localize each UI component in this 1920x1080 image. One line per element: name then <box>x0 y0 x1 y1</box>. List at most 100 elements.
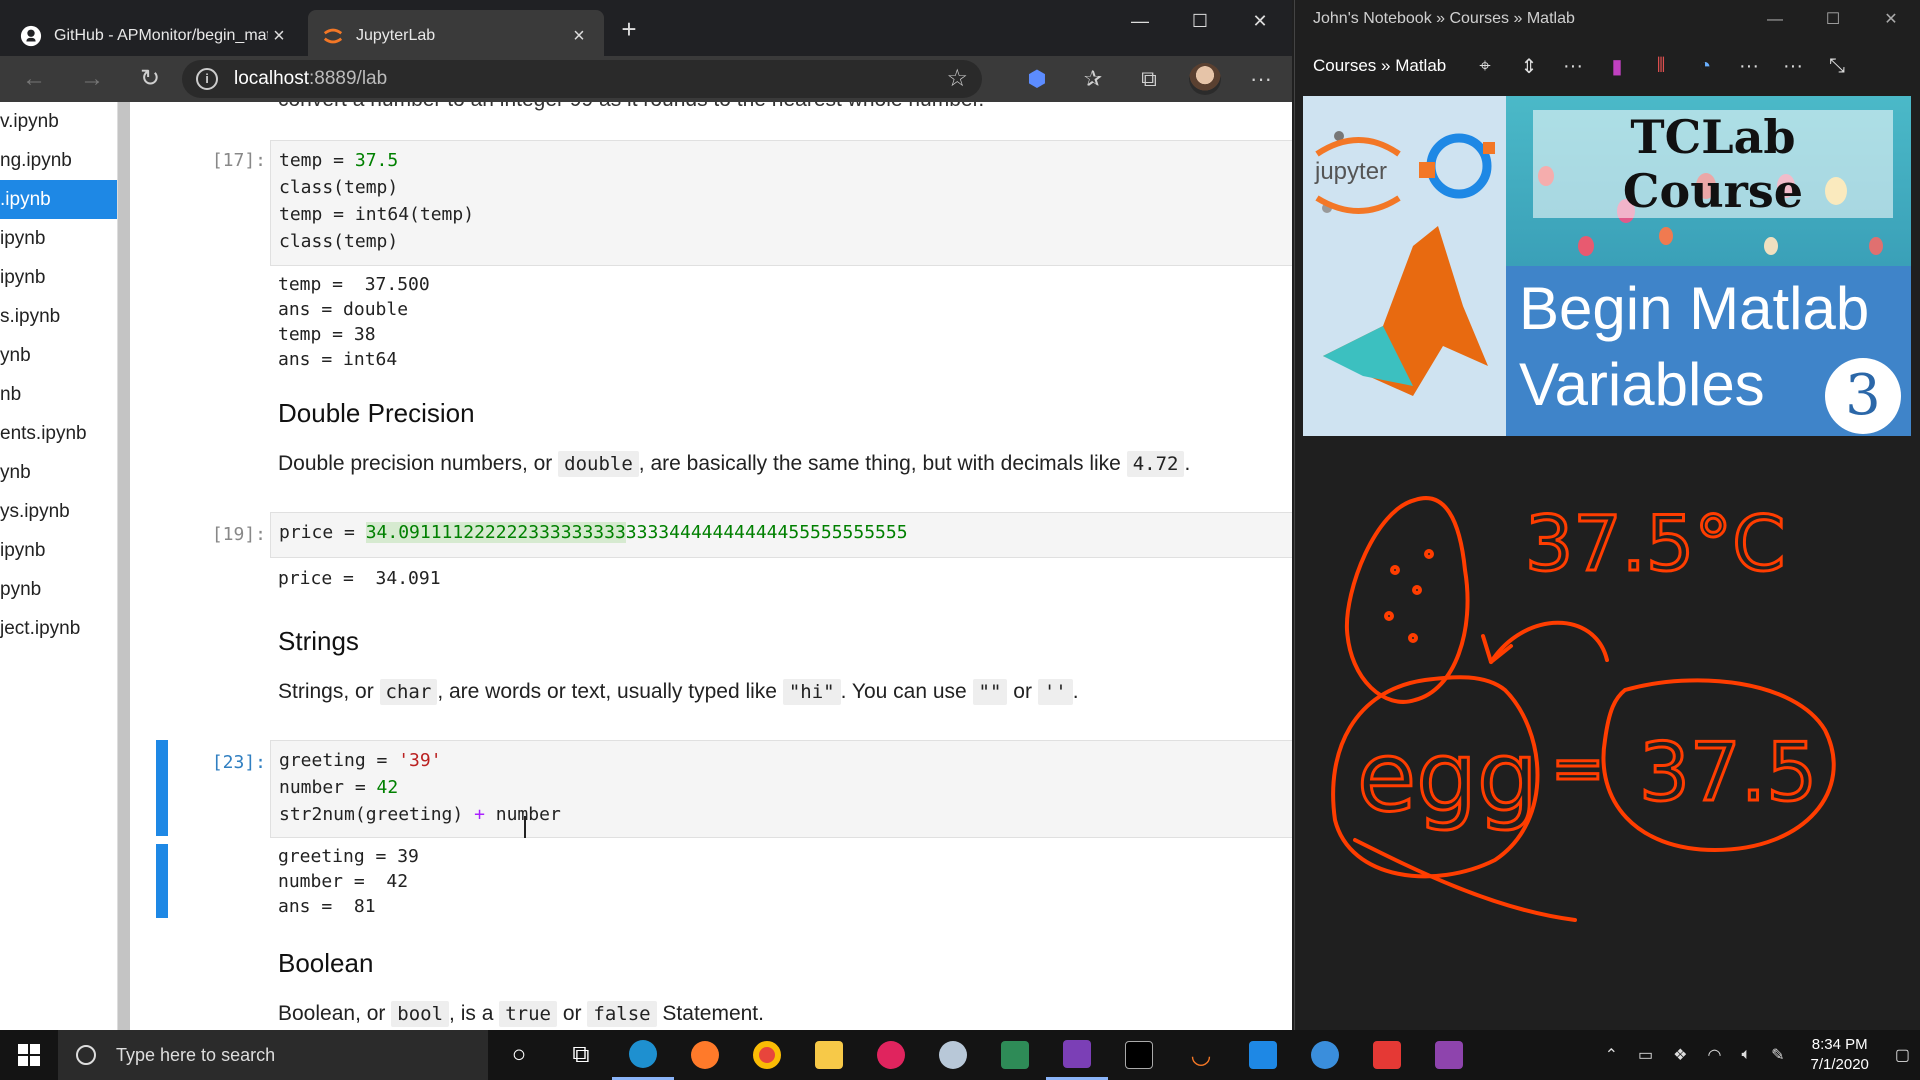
text: or <box>562 1002 582 1025</box>
jupyter-taskbar-icon[interactable]: ◡ <box>1170 1030 1232 1080</box>
tab-strip: GitHub - APMonitor/begin_matl × JupyterL… <box>0 0 1292 62</box>
file-item[interactable]: ipynb <box>0 219 117 258</box>
battery-icon[interactable]: ▭ <box>1638 1045 1653 1065</box>
search-placeholder: Type here to search <box>116 1044 276 1065</box>
app-blue-orange-icon[interactable] <box>1294 1030 1356 1080</box>
onenote-breadcrumb[interactable]: Courses » Matlab <box>1313 56 1463 76</box>
inline-code: '' <box>1037 679 1073 705</box>
firefox-icon[interactable] <box>674 1030 736 1080</box>
minimize-icon[interactable]: — <box>1110 6 1170 36</box>
notifications-icon[interactable]: ▢ <box>1895 1045 1910 1065</box>
file-item[interactable]: ys.ipynb <box>0 492 117 531</box>
extension-icon[interactable]: ⬢ <box>1016 60 1058 98</box>
inline-code: "hi" <box>782 679 841 705</box>
pen-icon[interactable]: ▮ <box>1595 54 1639 79</box>
more-icon[interactable]: ··· <box>1240 60 1282 98</box>
more-icon[interactable]: ··· <box>1551 55 1595 78</box>
close-icon[interactable]: × <box>568 25 590 48</box>
excel-icon[interactable] <box>984 1030 1046 1080</box>
url-text[interactable]: localhost:8889/lab <box>234 68 387 90</box>
onenote-icon[interactable] <box>1046 1030 1108 1080</box>
r-icon[interactable] <box>1356 1030 1418 1080</box>
cortana-icon[interactable]: ○ <box>488 1030 550 1080</box>
forward-icon[interactable]: → <box>68 59 116 99</box>
notebook-panel: convert a number to an integer 99 as it … <box>130 102 1292 1030</box>
more-icon[interactable]: ··· <box>1771 55 1815 78</box>
ink-drawing-canvas[interactable]: 37.5°C egg = 37.5 <box>1295 440 1920 1000</box>
task-view-icon[interactable]: ⧉ <box>550 1030 612 1080</box>
code-cell-17-output: temp = 37.500 ans = double temp = 38 ans… <box>278 274 430 370</box>
ink-temperature-text: 37.5°C <box>1525 499 1785 588</box>
favorites-icon[interactable]: ✰ <box>1072 60 1114 98</box>
jupyterlab-app: v.ipynb ng.ipynb .ipynb ipynb ipynb s.ip… <box>0 102 1292 1030</box>
file-item[interactable]: ject.ipynb <box>0 609 117 648</box>
close-window-icon[interactable]: ✕ <box>1862 6 1920 34</box>
file-explorer-icon[interactable] <box>798 1030 860 1080</box>
shapes-icon[interactable]: ◔ <box>1683 55 1727 78</box>
file-item[interactable]: ynb <box>0 453 117 492</box>
edge-icon[interactable] <box>612 1030 674 1080</box>
file-item[interactable]: v.ipynb <box>0 102 117 141</box>
info-icon[interactable]: i <box>196 68 218 90</box>
pens-icon[interactable]: ⦀ <box>1639 55 1683 78</box>
file-item[interactable]: ipynb <box>0 258 117 297</box>
text: , is a <box>449 1002 494 1025</box>
tab-jupyterlab[interactable]: JupyterLab × <box>308 10 604 62</box>
taskbar-search[interactable]: Type here to search <box>58 1030 488 1080</box>
code-cell-19-input[interactable]: price = 34.09111122222233333333333334444… <box>270 512 1292 558</box>
browser-toolbar: ← → ↻ i localhost:8889/lab ☆ ⬢ ✰ ⧉ ··· <box>0 56 1292 102</box>
ink-value-text: 37.5 <box>1639 726 1817 819</box>
dropbox-icon[interactable]: ❖ <box>1673 1045 1687 1065</box>
app-bird-icon[interactable] <box>922 1030 984 1080</box>
app-red-icon[interactable] <box>860 1030 922 1080</box>
file-item[interactable]: ng.ipynb <box>0 141 117 180</box>
back-icon[interactable]: ← <box>10 59 58 99</box>
clock[interactable]: 8:34 PM 7/1/2020 <box>1810 1035 1868 1075</box>
collections-icon[interactable]: ⧉ <box>1128 60 1170 98</box>
code-cell-23-input[interactable]: greeting = '39' number = 42 str2num(gree… <box>270 740 1292 838</box>
file-item-selected[interactable]: .ipynb <box>0 180 117 219</box>
refresh-icon[interactable]: ↻ <box>126 59 174 99</box>
address-bar[interactable]: i localhost:8889/lab ☆ <box>182 60 982 98</box>
file-item[interactable]: pynb <box>0 570 117 609</box>
avatar[interactable] <box>1189 63 1221 95</box>
toolbar-right: ⬢ ✰ ⧉ ··· <box>1016 60 1282 98</box>
insert-space-icon[interactable]: ⇕ <box>1507 54 1551 79</box>
active-cell-output-indicator[interactable] <box>156 844 168 918</box>
github-icon <box>20 25 42 47</box>
chevron-up-icon[interactable]: ⌃ <box>1605 1045 1618 1065</box>
lasso-icon[interactable]: ⌖ <box>1463 55 1507 78</box>
code-cell-17-input[interactable]: temp = 37.5 class(temp) temp = int64(tem… <box>270 140 1292 266</box>
pen-tray-icon[interactable]: ✎ <box>1771 1045 1784 1065</box>
inline-code: true <box>499 1001 557 1027</box>
chrome-icon[interactable] <box>736 1030 798 1080</box>
onenote-alt-icon[interactable] <box>1418 1030 1480 1080</box>
panel-splitter[interactable] <box>118 102 130 1030</box>
inline-code: bool <box>391 1001 450 1027</box>
collapse-icon[interactable]: ⤡ <box>1815 55 1859 78</box>
url-host: localhost <box>234 68 309 89</box>
start-button[interactable] <box>0 1030 58 1080</box>
maximize-icon[interactable]: ☐ <box>1804 6 1862 34</box>
close-window-icon[interactable]: ✕ <box>1230 6 1290 36</box>
file-item[interactable]: ipynb <box>0 531 117 570</box>
vscode-icon[interactable] <box>1232 1030 1294 1080</box>
volume-icon[interactable]: 🔈︎ <box>1741 1046 1751 1064</box>
text: , are basically the same thing, but with… <box>638 452 1121 475</box>
file-item[interactable]: ents.ipynb <box>0 414 117 453</box>
terminal-icon[interactable] <box>1108 1030 1170 1080</box>
file-item[interactable]: s.ipynb <box>0 297 117 336</box>
favorite-star-icon[interactable]: ☆ <box>946 64 968 93</box>
minimize-icon[interactable]: — <box>1746 6 1804 34</box>
heading-strings: Strings <box>278 626 359 656</box>
more-icon[interactable]: ··· <box>1727 55 1771 78</box>
new-tab-button[interactable]: + <box>614 14 644 46</box>
tab-github[interactable]: GitHub - APMonitor/begin_matl × <box>6 10 304 62</box>
file-item[interactable]: ynb <box>0 336 117 375</box>
text: . <box>1184 452 1191 475</box>
file-item[interactable]: nb <box>0 375 117 414</box>
maximize-icon[interactable]: ☐ <box>1170 6 1230 36</box>
close-icon[interactable]: × <box>268 25 290 48</box>
wifi-icon[interactable]: ◠ <box>1708 1045 1722 1065</box>
inline-code: 4.72 <box>1126 451 1185 477</box>
